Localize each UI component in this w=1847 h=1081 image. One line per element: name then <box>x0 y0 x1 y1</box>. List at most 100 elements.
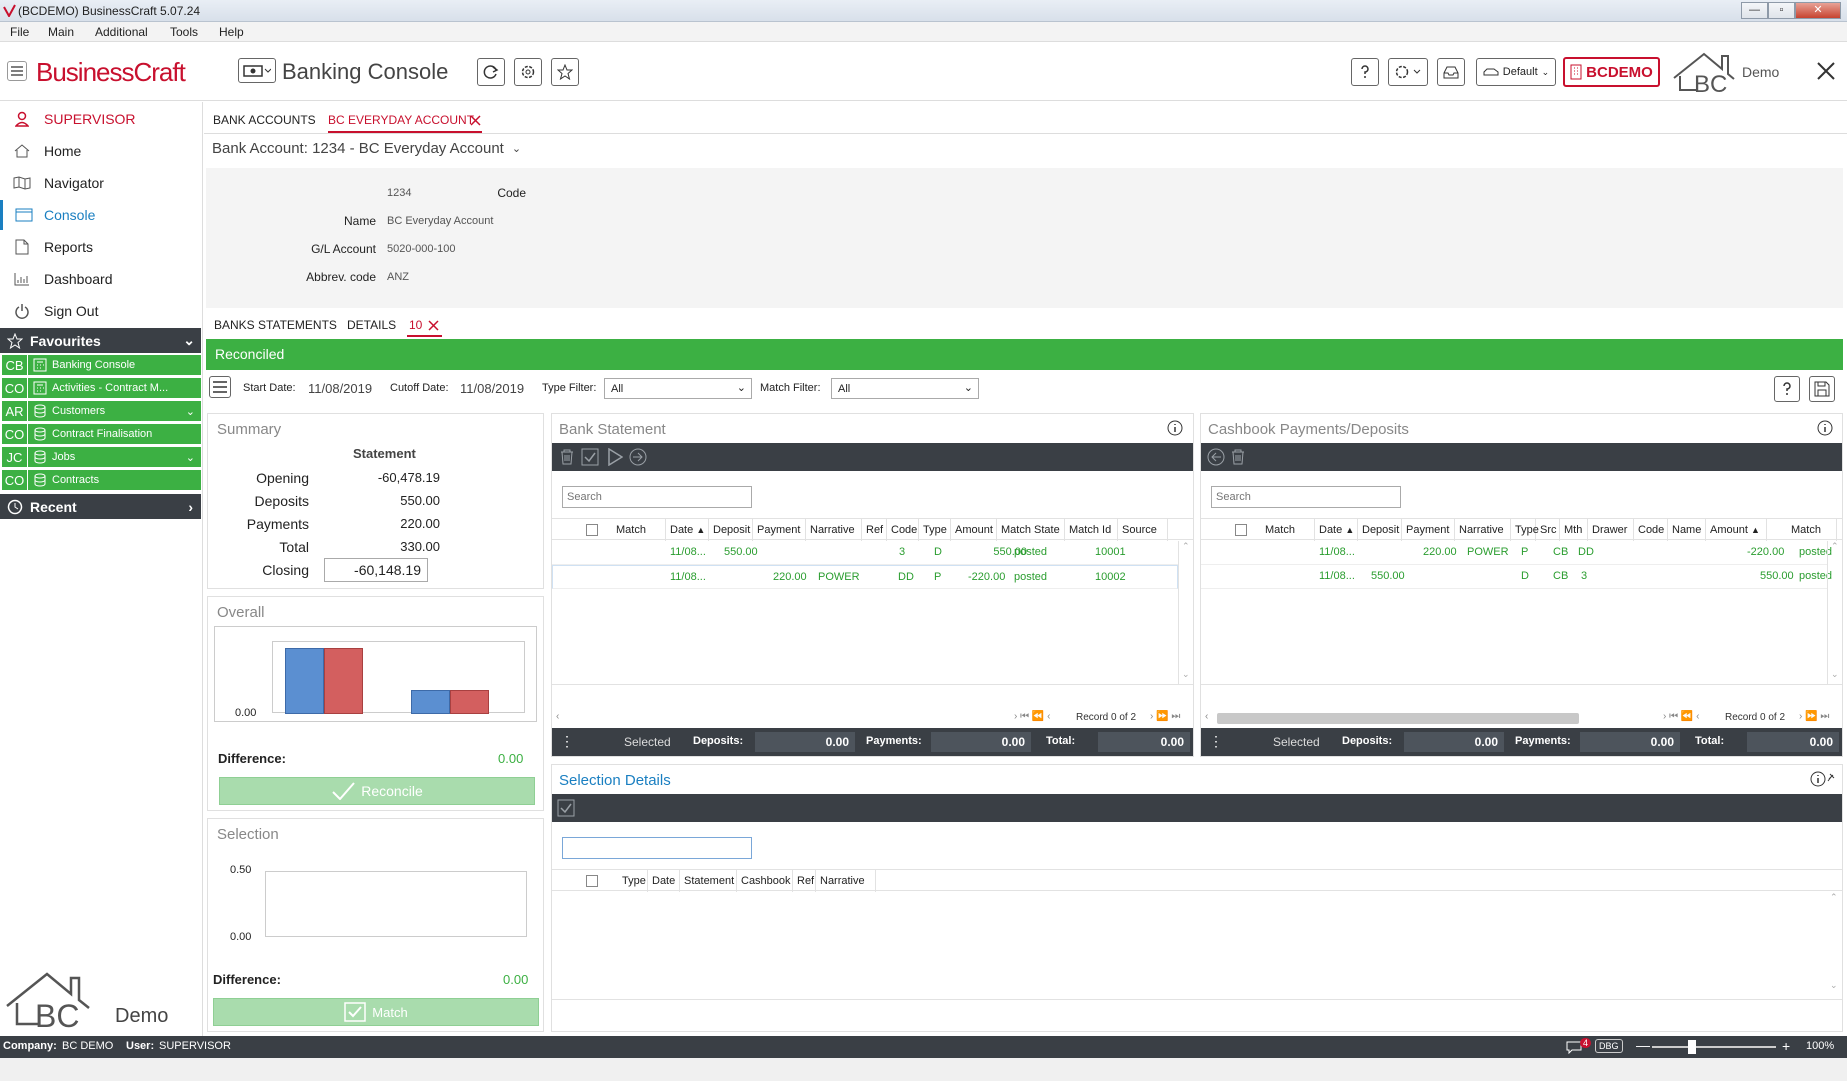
column-header[interactable]: Type <box>1511 519 1539 541</box>
menu-file[interactable]: File <box>10 25 29 39</box>
check-all-icon[interactable] <box>557 799 575 817</box>
reconcile-button[interactable]: Reconcile <box>219 777 535 805</box>
pager-prev-icons[interactable]: › ⏮ ⏪ ‹ <box>1014 711 1050 722</box>
table-row[interactable]: 11/08... 220.00 POWER DD P -220.00 poste… <box>552 565 1178 589</box>
cashbook-search-input[interactable] <box>1211 486 1401 508</box>
close-console-icon[interactable] <box>1816 61 1836 81</box>
favourite-button[interactable] <box>551 58 579 86</box>
sidebar-item-navigator[interactable]: Navigator <box>0 168 203 198</box>
arrow-right-circle-icon[interactable] <box>629 448 647 466</box>
pager-prev-icons[interactable]: › ⏮ ⏪ ‹ <box>1663 711 1699 722</box>
tab-bank-accounts[interactable]: BANK ACCOUNTS <box>213 113 316 127</box>
select-all-checkbox[interactable] <box>1235 524 1247 536</box>
hamburger-menu-button[interactable] <box>7 61 27 81</box>
column-header[interactable]: Narrative <box>816 870 876 892</box>
column-header[interactable]: Payment <box>1402 519 1455 541</box>
menu-help[interactable]: Help <box>219 25 244 39</box>
zoom-slider-thumb[interactable] <box>1688 1040 1696 1054</box>
filter-help-button[interactable] <box>1774 376 1800 402</box>
zoom-out-icon[interactable]: — <box>1636 1037 1650 1053</box>
trash-icon[interactable] <box>1231 449 1245 465</box>
type-filter-select[interactable]: All ⌄ <box>604 378 752 399</box>
cutoff-date-value[interactable]: 11/08/2019 <box>460 381 524 396</box>
zoom-in-icon[interactable]: + <box>1782 1038 1790 1054</box>
window-close-button[interactable]: ✕ <box>1795 2 1841 19</box>
column-header[interactable]: Deposit <box>1358 519 1402 541</box>
options-menu-button[interactable] <box>209 376 231 398</box>
arrow-left-circle-icon[interactable] <box>1207 448 1225 466</box>
column-header[interactable]: Ref <box>793 870 816 892</box>
vertical-scrollbar[interactable]: ⌃ ⌄ <box>1827 541 1842 684</box>
table-row[interactable]: 11/08... 550.00 D CB 3 550.00 posted <box>1201 565 1832 589</box>
trash-icon[interactable] <box>560 449 574 465</box>
column-header[interactable]: Date <box>648 870 680 892</box>
check-all-icon[interactable] <box>581 448 599 466</box>
column-header[interactable]: Date ▲ <box>1315 519 1358 541</box>
favourite-item[interactable]: AR Customers ⌄ <box>2 401 201 422</box>
settings-button[interactable] <box>514 58 542 86</box>
refresh-button[interactable] <box>477 58 505 86</box>
close-icon[interactable] <box>470 115 481 126</box>
favourites-header[interactable]: Favourites ⌄ <box>0 328 201 353</box>
column-header[interactable]: Date ▲ <box>666 519 709 541</box>
start-date-value[interactable]: 11/08/2019 <box>308 381 372 396</box>
selection-details-search-input[interactable] <box>562 837 752 859</box>
sidebar-item-signout[interactable]: Sign Out <box>0 296 203 326</box>
column-header[interactable]: Amount ▲ <box>1706 519 1767 541</box>
scroll-left-icon[interactable]: ‹ <box>556 711 559 722</box>
info-icon[interactable] <box>1817 420 1833 436</box>
menu-tools[interactable]: Tools <box>170 25 198 39</box>
favourite-item[interactable]: CO Contract Finalisation <box>2 424 201 445</box>
zoom-slider-track[interactable] <box>1652 1046 1776 1048</box>
column-header[interactable]: Cashbook <box>737 870 793 892</box>
closing-balance-field[interactable]: -60,148.19 <box>324 558 428 582</box>
column-header[interactable]: Match <box>612 519 666 541</box>
horizontal-scrollbar-thumb[interactable] <box>1217 713 1579 724</box>
inbox-button[interactable] <box>1437 58 1465 86</box>
select-all-checkbox[interactable] <box>586 875 598 887</box>
menu-main[interactable]: Main <box>48 25 74 39</box>
column-header[interactable]: Code <box>1634 519 1668 541</box>
scroll-up-icon[interactable]: ⌃ <box>1182 541 1190 552</box>
column-header[interactable]: Source <box>1118 519 1168 541</box>
table-row[interactable]: 11/08... 550.00 3 D 550.00 posted 10001 <box>552 541 1178 565</box>
table-row[interactable]: 11/08... 220.00 POWER P CB DD -220.00 po… <box>1201 541 1832 565</box>
column-header[interactable]: Amount <box>951 519 997 541</box>
tab-details[interactable]: DETAILS <box>347 318 396 332</box>
favourite-item[interactable]: CO Activities - Contract M... <box>2 378 201 399</box>
menu-additional[interactable]: Additional <box>95 25 148 39</box>
account-selector[interactable]: Bank Account: 1234 - BC Everyday Account… <box>212 140 521 157</box>
tab-statement-10[interactable]: 10 <box>409 318 422 332</box>
scroll-down-icon[interactable]: ⌄ <box>1831 669 1839 680</box>
pager-next-icons[interactable]: › ⏩ ⏭ <box>1799 711 1829 722</box>
column-header[interactable]: Match <box>1261 519 1315 541</box>
scroll-down-icon[interactable]: ⌄ <box>1182 669 1190 680</box>
column-header[interactable]: Deposit <box>709 519 753 541</box>
help-button[interactable] <box>1351 58 1379 86</box>
vertical-scrollbar[interactable]: ⌃ ⌄ <box>1827 892 1842 995</box>
scroll-down-icon[interactable]: ⌄ <box>1830 980 1838 991</box>
bank-statement-search-input[interactable] <box>562 486 752 508</box>
maximize-button[interactable]: ▫ <box>1768 2 1795 19</box>
select-all-checkbox[interactable] <box>586 524 598 536</box>
save-button[interactable] <box>1809 376 1835 402</box>
tab-bc-everyday-account[interactable]: BC EVERYDAY ACCOUNT <box>328 113 474 127</box>
column-header[interactable]: Mth <box>1560 519 1588 541</box>
close-icon[interactable] <box>428 320 439 331</box>
info-icon[interactable] <box>1167 420 1183 436</box>
recent-header[interactable]: Recent › <box>0 494 201 519</box>
column-header[interactable]: Match State <box>997 519 1065 541</box>
sidebar-user[interactable]: SUPERVISOR <box>0 104 203 134</box>
minimize-button[interactable]: — <box>1741 2 1768 19</box>
column-header[interactable]: Payment <box>753 519 806 541</box>
column-header[interactable]: Match <box>1787 519 1837 541</box>
column-header[interactable]: Narrative <box>806 519 862 541</box>
column-header[interactable]: Narrative <box>1455 519 1511 541</box>
scroll-up-icon[interactable]: ⌃ <box>1830 892 1838 903</box>
column-header[interactable]: Type <box>919 519 951 541</box>
column-header[interactable]: Drawer <box>1588 519 1634 541</box>
sidebar-item-reports[interactable]: Reports <box>0 232 203 262</box>
column-header[interactable]: Ref <box>862 519 887 541</box>
sidebar-item-dashboard[interactable]: Dashboard <box>0 264 203 294</box>
info-pin-icon[interactable] <box>1810 771 1836 787</box>
